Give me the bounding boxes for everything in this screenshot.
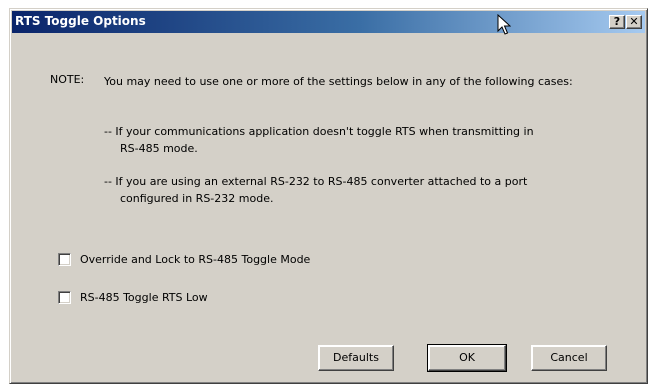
note-case-1-line-1: -- If your communications application do… xyxy=(104,125,534,138)
note-text: You may need to use one or more of the s… xyxy=(104,75,573,88)
close-icon: ✕ xyxy=(629,15,639,28)
note-case-2: -- If you are using an external RS-232 t… xyxy=(104,173,614,207)
override-lock-label[interactable]: Override and Lock to RS-485 Toggle Mode xyxy=(80,253,310,266)
note-case-2-line-1: -- If you are using an external RS-232 t… xyxy=(104,175,528,188)
toggle-rts-low-label[interactable]: RS-485 Toggle RTS Low xyxy=(80,291,208,304)
title-bar[interactable]: RTS Toggle Options ? ✕ xyxy=(12,11,645,33)
note-case-1-line-2: RS-485 mode. xyxy=(120,142,198,155)
toggle-rts-low-checkbox[interactable] xyxy=(58,290,71,304)
override-lock-checkbox[interactable] xyxy=(58,252,71,266)
mouse-pointer-icon xyxy=(497,14,511,35)
help-button[interactable]: ? xyxy=(609,15,625,29)
override-lock-option[interactable]: Override and Lock to RS-485 Toggle Mode xyxy=(58,251,310,267)
note-label: NOTE: xyxy=(50,73,85,86)
defaults-button[interactable]: Defaults xyxy=(318,345,394,371)
help-icon: ? xyxy=(613,15,621,28)
ok-button[interactable]: OK xyxy=(427,344,507,372)
close-button[interactable]: ✕ xyxy=(626,15,642,29)
toggle-rts-low-option[interactable]: RS-485 Toggle RTS Low xyxy=(58,289,208,305)
rts-toggle-options-dialog: RTS Toggle Options ? ✕ NOTE: You may nee… xyxy=(9,8,648,384)
note-case-1: -- If your communications application do… xyxy=(104,123,614,157)
window-title: RTS Toggle Options xyxy=(15,14,146,28)
note-case-2-line-2: configured in RS-232 mode. xyxy=(120,192,274,205)
cancel-button[interactable]: Cancel xyxy=(531,345,607,371)
